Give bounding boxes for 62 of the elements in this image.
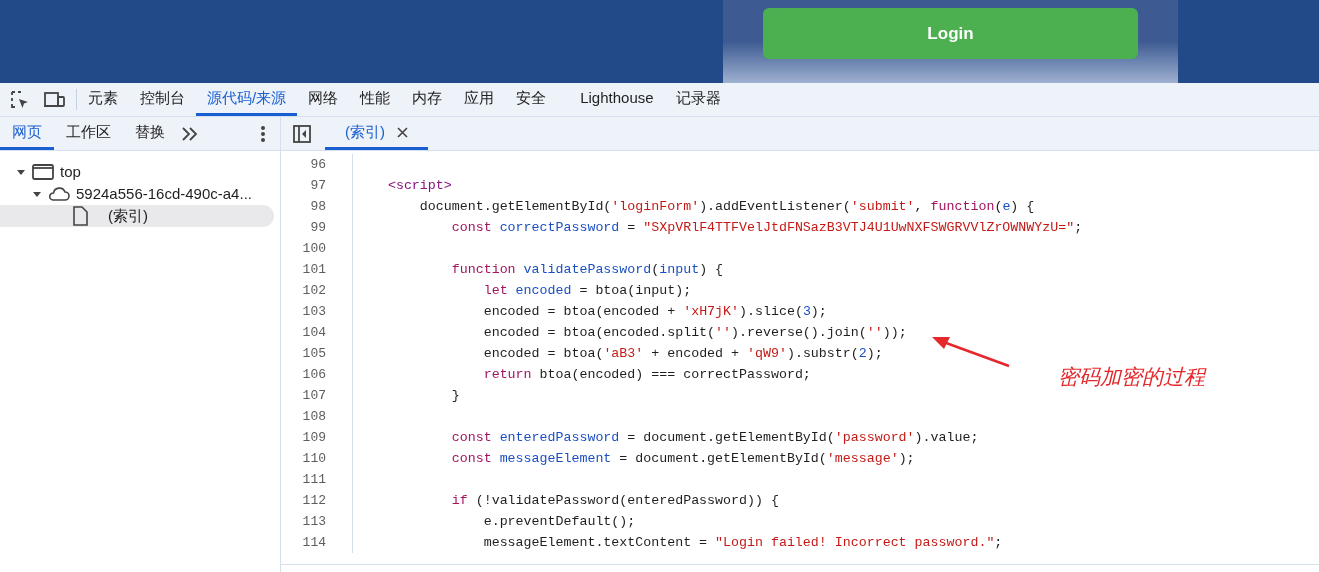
panel-tab[interactable]: 网络 — [297, 83, 350, 116]
line-number: 112 — [302, 491, 326, 510]
file-tab[interactable]: (索引) — [325, 117, 428, 150]
line-number: 105 — [302, 344, 326, 363]
line-number: 99 — [310, 218, 326, 237]
panel-tab[interactable]: 控制台 — [129, 83, 196, 116]
code-line: encoded = btoa('aB3' + encoded + 'qW9').substr(2); — [482, 344, 883, 363]
panel-tab[interactable]: 性能 — [349, 83, 402, 116]
line-number: 100 — [302, 239, 326, 258]
line-number: 104 — [302, 323, 326, 342]
more-menu-icon[interactable] — [260, 124, 266, 143]
navigator-tab[interactable]: 网页 — [0, 117, 54, 150]
line-number: 108 — [302, 407, 326, 426]
code-line: const messageElement = document.getElementById('message'); — [450, 449, 915, 468]
line-number: 109 — [302, 428, 326, 447]
panel-tab[interactable]: Lighthouse — [569, 83, 665, 116]
code-line: encoded = btoa(encoded + 'xH7jK').slice(3); — [482, 302, 827, 321]
cloud-icon — [48, 186, 70, 202]
line-number: 113 — [302, 512, 326, 531]
panel-tab[interactable]: 应用 — [453, 83, 506, 116]
chevrons-right-icon[interactable] — [181, 125, 199, 142]
line-number: 98 — [310, 197, 326, 216]
line-number: 106 — [302, 365, 326, 384]
code-line: const enteredPassword = document.getElementById('password').value; — [450, 428, 979, 447]
code-line: let encoded = btoa(input); — [482, 281, 692, 300]
code-line: return btoa(encoded) === correctPassword; — [482, 365, 811, 384]
panel-tab[interactable]: 记录器 — [664, 83, 732, 116]
line-number: 96 — [310, 155, 326, 174]
code-line: encoded = btoa(encoded.split('').reverse().join('')); — [482, 323, 907, 342]
code-line: e.preventDefault(); — [482, 512, 636, 531]
panel-tab[interactable]: 元素 — [77, 83, 129, 116]
panel-tab[interactable]: 安全 — [505, 83, 558, 116]
code-line: document.getElementById('loginForm').addEventListener('submit', function(e) { — [418, 197, 1035, 216]
inspect-icon[interactable] — [10, 89, 30, 110]
device-icon[interactable] — [44, 90, 66, 109]
line-number: 97 — [310, 176, 326, 195]
close-icon[interactable] — [397, 126, 408, 138]
code-line: messageElement.textContent = "Login failed! Incorrect password."; — [482, 533, 1003, 552]
navigator-tab[interactable]: 工作区 — [54, 117, 123, 150]
panel-tab[interactable]: 内存 — [401, 83, 454, 116]
tree-item[interactable]: 5924a556-16cd-490c-a4... — [0, 183, 274, 205]
line-number: 114 — [302, 533, 326, 552]
code-line: <script> — [386, 176, 452, 195]
sidebar-toggle-icon[interactable] — [293, 124, 311, 143]
file-icon — [72, 206, 88, 226]
line-number: 110 — [302, 449, 326, 468]
line-number: 101 — [302, 260, 326, 279]
tree-item[interactable]: top — [0, 161, 274, 183]
window-icon — [32, 164, 54, 180]
tree-item[interactable]: (索引) — [0, 205, 274, 227]
navigator-tab[interactable]: 替换 — [123, 117, 177, 150]
line-number: 111 — [302, 470, 326, 489]
caret-down-icon — [16, 167, 26, 177]
code-line: function validatePassword(input) { — [450, 260, 724, 279]
line-number: 107 — [302, 386, 326, 405]
code-line: const correctPassword = "SXpVRlF4TTFVelJtdFNSazB3VTJ4U1UwNXFSWGRVVlZrOWNWYzU="; — [450, 218, 1083, 237]
line-number: 102 — [302, 281, 326, 300]
line-number: 103 — [302, 302, 326, 321]
code-line: if (!validatePassword(enteredPassword)) { — [450, 491, 779, 510]
code-line: } — [450, 386, 460, 405]
annotation-text: 密码加密的过程 — [1058, 364, 1205, 390]
caret-down-icon — [32, 189, 42, 199]
